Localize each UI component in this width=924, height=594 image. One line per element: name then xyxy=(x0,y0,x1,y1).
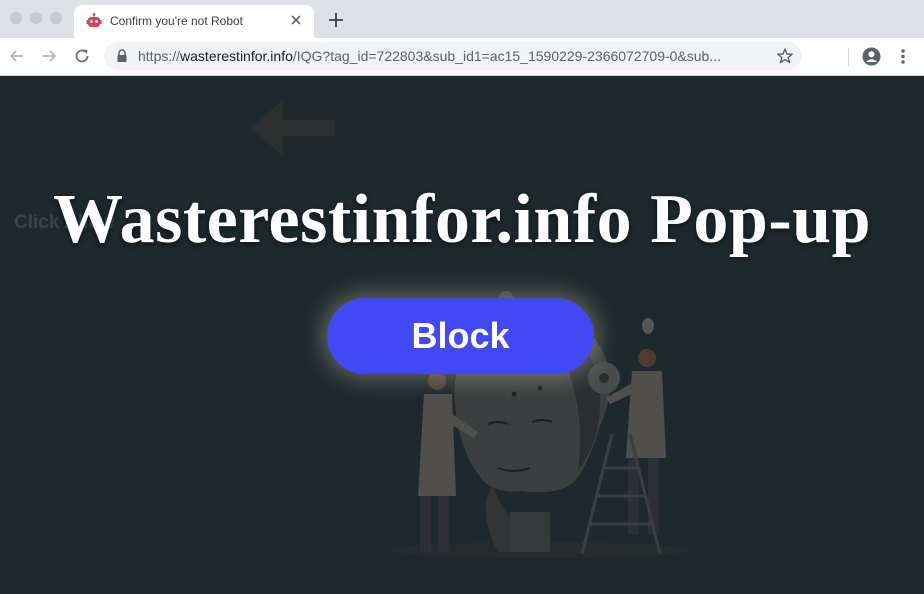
new-tab-icon[interactable] xyxy=(326,10,346,30)
active-tab[interactable]: Confirm you're not Robot xyxy=(74,5,314,38)
arrow-left-icon[interactable] xyxy=(8,47,26,65)
tab-strip: Confirm you're not Robot xyxy=(0,0,924,38)
minimize-window-dot[interactable] xyxy=(30,12,42,24)
url-host: wasterestinfor.info xyxy=(180,48,293,64)
close-window-dot[interactable] xyxy=(10,12,22,24)
browser-toolbar: https://wasterestinfor.info/IQG?tag_id=7… xyxy=(0,38,924,76)
close-tab-icon[interactable] xyxy=(288,12,304,28)
zoom-window-dot[interactable] xyxy=(50,12,62,24)
star-icon[interactable] xyxy=(776,47,794,65)
reload-icon[interactable] xyxy=(73,47,91,65)
block-button[interactable]: Block xyxy=(327,298,594,374)
arrow-right-icon[interactable] xyxy=(40,47,58,65)
url-text[interactable]: https://wasterestinfor.info/IQG?tag_id=7… xyxy=(138,48,764,64)
url-scheme: https:// xyxy=(138,48,181,64)
account-icon[interactable] xyxy=(862,47,881,66)
more-vert-icon[interactable] xyxy=(895,47,911,66)
tab-title: Confirm you're not Robot xyxy=(110,14,244,28)
page-headline: Wasterestinfor.info Pop-up xyxy=(52,181,872,258)
lock-icon[interactable] xyxy=(116,49,128,63)
url-path: /IQG?tag_id=722803&sub_id1=ac15_1590229-… xyxy=(292,48,722,64)
address-bar[interactable]: https://wasterestinfor.info/IQG?tag_id=7… xyxy=(104,42,802,70)
page-viewport: Click Allow Wasterestinfor.info Pop-up B… xyxy=(0,76,924,594)
toolbar-divider xyxy=(848,48,849,66)
robot-icon xyxy=(86,13,102,27)
